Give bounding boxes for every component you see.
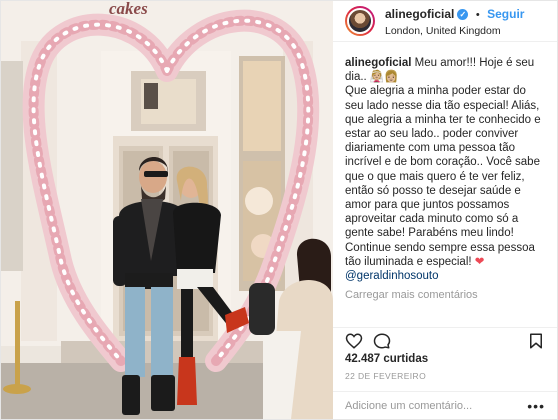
caption-username[interactable]: alinegoficial — [345, 57, 411, 69]
header-meta: alinegoficial ✓ • Seguir London, United … — [385, 5, 524, 37]
bookmark-icon[interactable] — [527, 332, 545, 350]
more-options-icon[interactable]: ••• — [527, 398, 545, 414]
heart-outline-icon[interactable] — [345, 332, 363, 350]
instagram-post: cakes alinegoficial ✓ • Seguir London, U… — [0, 0, 558, 420]
heart-emoji: ❤ — [474, 255, 485, 268]
caption-text-2: Que alegria a minha poder estar do seu l… — [345, 85, 541, 268]
comment-box: Adicione um comentário... ••• — [333, 391, 557, 419]
avatar-image — [347, 8, 373, 34]
likes-count[interactable]: 42.487 curtidas — [345, 353, 428, 365]
caption-mention-link[interactable]: @geraldinhosouto — [345, 270, 439, 282]
load-more-comments[interactable]: Carregar mais comentários — [333, 283, 557, 301]
post-date[interactable]: 22 DE FEVEREIRO — [345, 371, 426, 381]
comment-bubble-icon[interactable] — [373, 332, 391, 350]
post-side-panel: alinegoficial ✓ • Seguir London, United … — [333, 1, 557, 419]
separator-dot: • — [475, 9, 480, 21]
photo-scene — [1, 1, 333, 419]
shop-sign-text: cakes — [109, 1, 148, 18]
post-photo[interactable]: cakes — [1, 1, 333, 419]
avatar[interactable] — [345, 6, 375, 36]
location-link[interactable]: London, United Kingdom — [385, 25, 524, 37]
follow-button[interactable]: Seguir — [487, 7, 524, 21]
header-username-text: alinegoficial — [385, 7, 455, 21]
post-header: alinegoficial ✓ • Seguir London, United … — [333, 1, 557, 42]
verified-badge-icon: ✓ — [457, 8, 469, 20]
comment-input[interactable]: Adicione um comentário... — [345, 400, 527, 412]
header-username[interactable]: alinegoficial ✓ — [385, 7, 469, 21]
post-actions — [333, 327, 557, 353]
post-caption: alinegoficial Meu amor!!! Hoje é seu dia… — [333, 42, 557, 283]
